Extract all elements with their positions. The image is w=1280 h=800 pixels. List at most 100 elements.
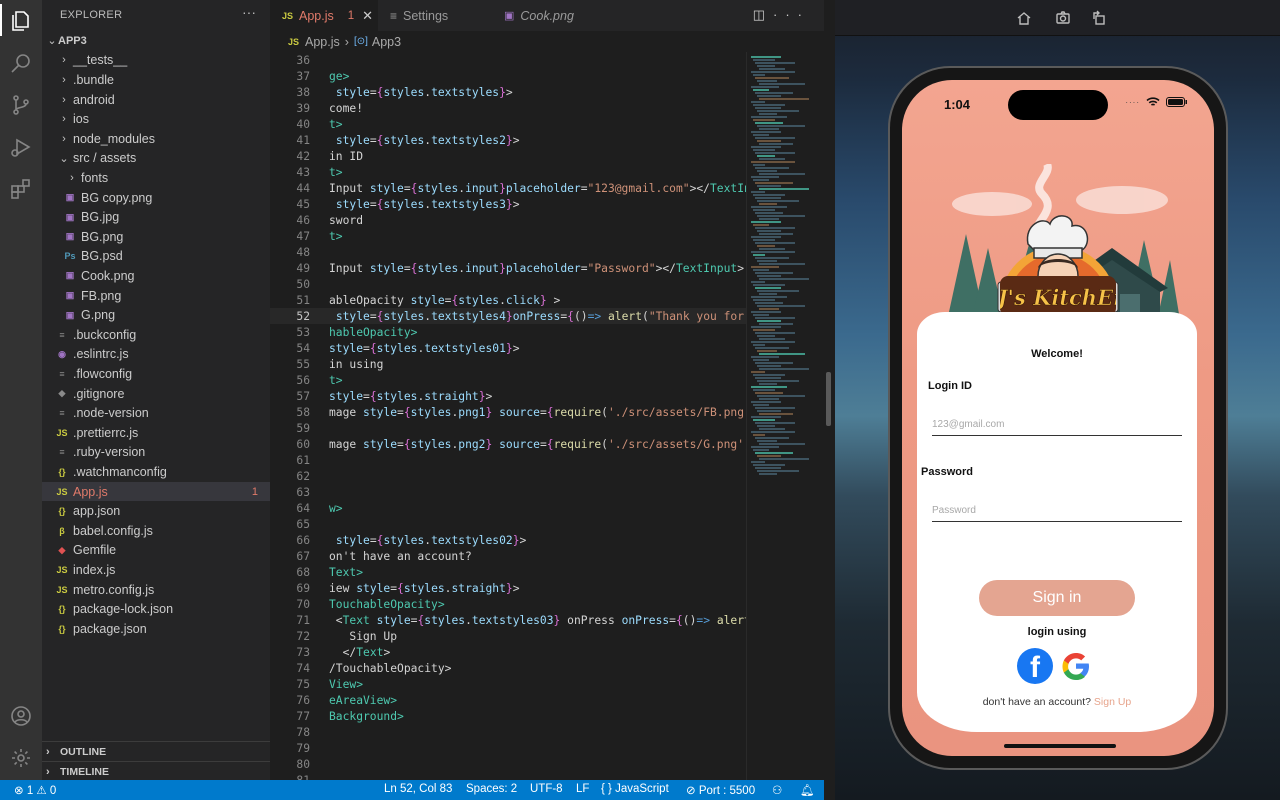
code-line[interactable]: 37 ge> xyxy=(270,68,746,84)
rotate-icon[interactable] xyxy=(1091,10,1107,26)
tree-folder[interactable]: › fonts xyxy=(42,168,270,188)
code-line[interactable]: 45 style={styles.textstyles3}> xyxy=(270,196,746,212)
code-line[interactable]: 55 in using xyxy=(270,356,746,372)
code-line[interactable]: 66 style={styles.textstyles02}> xyxy=(270,532,746,548)
tree-file[interactable]: {} .watchmanconfig xyxy=(42,462,270,482)
tree-file[interactable]: JS metro.config.js xyxy=(42,580,270,600)
code-line[interactable]: 58 mage style={styles.png1} source={requi… xyxy=(270,404,746,420)
sign-in-button[interactable]: Sign in xyxy=(979,580,1135,616)
tree-file[interactable]: ▣ Cook.png xyxy=(42,266,270,286)
tree-file[interactable]: ▣ BG.png xyxy=(42,227,270,247)
code-line[interactable]: 67 on't have an account? xyxy=(270,548,746,564)
code-editor[interactable]: 36 37 ge> 38 style={styles.textstyles}> 39 co… xyxy=(270,52,746,780)
code-line[interactable]: 50 xyxy=(270,276,746,292)
code-line[interactable]: 80 xyxy=(270,756,746,772)
code-line[interactable]: 48 xyxy=(270,244,746,260)
tree-file[interactable]: {} app.json xyxy=(42,501,270,521)
tree-folder[interactable]: › __tests__ xyxy=(42,51,270,71)
tab-cook-png[interactable]: ▣ Cook.png xyxy=(492,0,590,31)
code-line[interactable]: 75 View> xyxy=(270,676,746,692)
tree-file[interactable]: ≡ .node-version xyxy=(42,403,270,423)
code-line[interactable]: 71 <Text style={styles.textstyles03} onP… xyxy=(270,612,746,628)
close-icon[interactable]: ✕ xyxy=(362,8,373,24)
code-line[interactable]: 69 iew style={styles.straight}> xyxy=(270,580,746,596)
code-line[interactable]: 77 Background> xyxy=(270,708,746,724)
code-line[interactable]: 70 TouchableOpacity> xyxy=(270,596,746,612)
code-line[interactable]: 41 style={styles.textstyles2}> xyxy=(270,132,746,148)
tree-file[interactable]: ▣ BG.jpg xyxy=(42,207,270,227)
timeline-section[interactable]: › TIMELINE xyxy=(42,761,270,781)
tree-file[interactable]: {} package-lock.json xyxy=(42,599,270,619)
code-line[interactable]: 76 eAreaView> xyxy=(270,692,746,708)
notifications-bell-icon[interactable]: 🔔︎ xyxy=(800,783,815,797)
feedback-icon[interactable]: ⚇ xyxy=(772,783,782,797)
code-line[interactable]: 47 t> xyxy=(270,228,746,244)
tree-file[interactable]: ≡ .buckconfig xyxy=(42,325,270,345)
settings-gear-icon[interactable] xyxy=(8,745,34,771)
search-icon[interactable] xyxy=(8,50,34,76)
code-line[interactable]: 42 in ID xyxy=(270,148,746,164)
tree-file[interactable]: ▣ FB.png xyxy=(42,286,270,306)
code-line[interactable]: 53 hableOpacity> xyxy=(270,324,746,340)
tree-file[interactable]: ≡ .flowconfig xyxy=(42,364,270,384)
code-line[interactable]: 49 Input style={styles.input}placeholder=… xyxy=(270,260,746,276)
code-line[interactable]: 54 style={styles.textstyles01}> xyxy=(270,340,746,356)
code-line[interactable]: 43 t> xyxy=(270,164,746,180)
home-icon[interactable] xyxy=(1016,10,1032,26)
code-line[interactable]: 51 ableOpacity style={styles.click} > xyxy=(270,292,746,308)
code-line[interactable]: 44 Input style={styles.input}placeholder=… xyxy=(270,180,746,196)
tree-root-app3[interactable]: ⌄ APP3 xyxy=(42,31,270,51)
password-input[interactable]: Password xyxy=(932,500,1182,522)
tree-folder[interactable]: › node_modules xyxy=(42,129,270,149)
explorer-icon[interactable] xyxy=(8,8,34,34)
screenshot-camera-icon[interactable] xyxy=(1055,10,1071,26)
source-control-icon[interactable] xyxy=(8,92,34,118)
code-line[interactable]: 62 xyxy=(270,468,746,484)
minimap[interactable] xyxy=(746,52,824,780)
code-line[interactable]: 72 Sign Up xyxy=(270,628,746,644)
cursor-position[interactable]: Ln 52, Col 83 xyxy=(384,783,452,795)
tree-file[interactable]: β babel.config.js xyxy=(42,521,270,541)
tree-file[interactable]: Ps BG.psd xyxy=(42,247,270,267)
code-line[interactable]: 61 xyxy=(270,452,746,468)
code-line[interactable]: 40 t> xyxy=(270,116,746,132)
code-line[interactable]: 63 xyxy=(270,484,746,500)
breadcrumb-file[interactable]: App.js xyxy=(305,35,340,49)
tree-folder[interactable]: › ios xyxy=(42,109,270,129)
tree-folder[interactable]: ⌄ src / assets xyxy=(42,149,270,169)
code-line[interactable]: 78 xyxy=(270,724,746,740)
code-line[interactable]: 65 xyxy=(270,516,746,532)
tree-file[interactable]: ◆ .gitignore xyxy=(42,384,270,404)
google-login-icon[interactable] xyxy=(1059,649,1093,683)
split-editor-icon[interactable]: ◫··· xyxy=(753,7,810,23)
code-line[interactable]: 38 style={styles.textstyles}> xyxy=(270,84,746,100)
encoding-status[interactable]: UTF-8 xyxy=(530,783,563,795)
code-line[interactable]: 74/TouchableOpacity> xyxy=(270,660,746,676)
code-line[interactable]: 79 xyxy=(270,740,746,756)
live-server-port[interactable]: ⊘ Port : 5500 xyxy=(686,783,755,797)
extensions-icon[interactable] xyxy=(8,176,34,202)
indentation-status[interactable]: Spaces: 2 xyxy=(466,783,517,795)
facebook-login-icon[interactable]: f xyxy=(1017,648,1053,684)
tree-file[interactable]: ◆ Gemfile xyxy=(42,541,270,561)
tree-folder[interactable]: › android xyxy=(42,90,270,110)
code-line[interactable]: 60 mage style={styles.png2} source={requi… xyxy=(270,436,746,452)
code-line[interactable]: 73 </Text> xyxy=(270,644,746,660)
problems-status[interactable]: ⊗ 1 ⚠ 0 xyxy=(14,783,56,797)
account-icon[interactable] xyxy=(8,703,34,729)
tree-file[interactable]: JS App.js 1 xyxy=(42,481,270,502)
login-id-input[interactable]: 123@gmail.com xyxy=(932,414,1182,436)
tree-file[interactable]: ◉ .eslintrc.js xyxy=(42,345,270,365)
explorer-more-icon[interactable]: ··· xyxy=(242,4,256,20)
breadcrumb-symbol[interactable]: App3 xyxy=(372,35,401,49)
code-line[interactable]: 68 Text> xyxy=(270,564,746,580)
code-line[interactable]: 52 style={styles.textstyles4}onPress={()… xyxy=(270,308,746,324)
tree-file[interactable]: ▣ G.png xyxy=(42,305,270,325)
tree-file[interactable]: JS .prettierrc.js xyxy=(42,423,270,443)
sign-up-link[interactable]: Sign Up xyxy=(1094,696,1131,708)
eol-status[interactable]: LF xyxy=(576,783,589,795)
code-line[interactable]: 46 sword xyxy=(270,212,746,228)
tab-app-js[interactable]: JS App.js 1 ✕ xyxy=(270,0,378,31)
tree-file[interactable]: {} package.json xyxy=(42,619,270,639)
code-line[interactable]: 36 xyxy=(270,52,746,68)
